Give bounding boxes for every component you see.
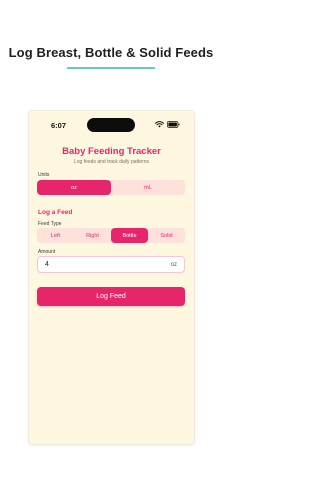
phone-screen: 6:07 Baby Feeding Tracker Log feeds and …	[29, 111, 194, 444]
promo-headline: Log Breast, Bottle & Solid Feeds	[8, 45, 214, 60]
feed-type-bottle[interactable]: Bottle	[111, 228, 148, 243]
dynamic-island	[87, 118, 135, 132]
units-option-ml[interactable]: mL	[111, 180, 185, 195]
headline-underline	[67, 67, 155, 69]
status-icons	[155, 121, 180, 128]
feed-type-left[interactable]: Left	[37, 228, 74, 243]
feed-type-segmented-control: Left Right Bottle Solid	[37, 228, 185, 243]
status-bar: 6:07	[29, 111, 194, 137]
battery-icon	[167, 121, 180, 128]
feed-type-right[interactable]: Right	[74, 228, 111, 243]
status-time: 6:07	[51, 121, 67, 130]
app-title: Baby Feeding Tracker	[62, 146, 161, 157]
feed-type-label: Feed Type	[38, 221, 62, 227]
units-label: Units	[38, 172, 50, 178]
amount-input[interactable]: 4 oz	[37, 256, 185, 273]
wifi-icon	[155, 121, 164, 128]
amount-value[interactable]: 4	[45, 261, 49, 268]
feed-type-solid[interactable]: Solid	[148, 228, 185, 243]
promo-page: Log Breast, Bottle & Solid Feeds 6:07 Ba…	[0, 0, 222, 480]
units-segmented-control: oz mL	[37, 180, 185, 195]
log-feed-button[interactable]: Log Feed	[37, 287, 185, 306]
log-feed-heading: Log a Feed	[38, 209, 73, 216]
app-subtitle: Log feeds and track daily patterns	[73, 159, 150, 165]
units-option-oz[interactable]: oz	[37, 180, 111, 195]
amount-label: Amount	[38, 249, 56, 255]
amount-unit: oz	[170, 262, 177, 268]
